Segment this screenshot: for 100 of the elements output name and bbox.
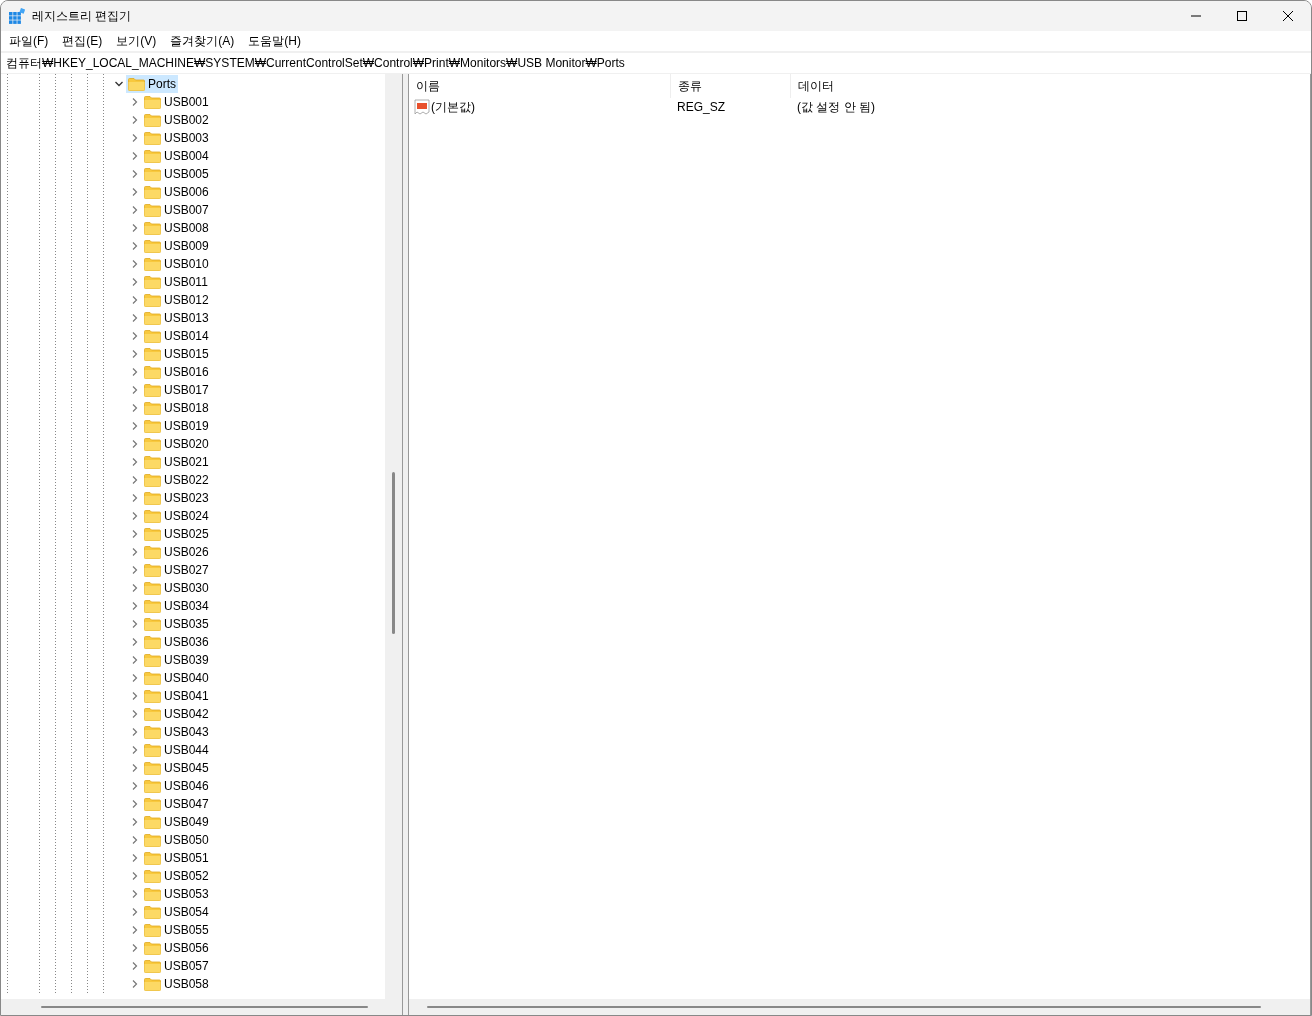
tree-item[interactable]: USB013 [142,309,211,327]
menu-item[interactable]: 도움말(H) [241,31,308,51]
tree-item[interactable]: USB049 [142,813,211,831]
chevron-right-icon[interactable] [130,511,140,521]
tree-item[interactable]: USB010 [142,255,211,273]
chevron-right-icon[interactable] [130,925,140,935]
tree-item[interactable]: USB009 [142,237,211,255]
tree-item[interactable]: USB045 [142,759,211,777]
tree-item[interactable]: USB039 [142,651,211,669]
chevron-right-icon[interactable] [130,709,140,719]
chevron-right-icon[interactable] [130,817,140,827]
chevron-right-icon[interactable] [130,151,140,161]
tree-item[interactable]: Ports [126,75,178,93]
chevron-right-icon[interactable] [130,871,140,881]
chevron-right-icon[interactable] [130,565,140,575]
tree-item[interactable]: USB052 [142,867,211,885]
chevron-right-icon[interactable] [130,223,140,233]
tree-item[interactable]: USB044 [142,741,211,759]
tree-item[interactable]: USB021 [142,453,211,471]
tree-item[interactable]: USB008 [142,219,211,237]
chevron-right-icon[interactable] [130,835,140,845]
tree-item[interactable]: USB025 [142,525,211,543]
chevron-right-icon[interactable] [130,907,140,917]
chevron-right-icon[interactable] [130,169,140,179]
tree-item[interactable]: USB054 [142,903,211,921]
chevron-right-icon[interactable] [130,385,140,395]
chevron-right-icon[interactable] [130,673,140,683]
tree-item[interactable]: USB057 [142,957,211,975]
chevron-right-icon[interactable] [130,961,140,971]
chevron-right-icon[interactable] [130,241,140,251]
chevron-right-icon[interactable] [130,763,140,773]
chevron-right-icon[interactable] [130,133,140,143]
tree-item[interactable]: USB016 [142,363,211,381]
tree-item[interactable]: USB006 [142,183,211,201]
tree-item[interactable]: USB034 [142,597,211,615]
tree-item[interactable]: USB046 [142,777,211,795]
tree-item[interactable]: USB002 [142,111,211,129]
menu-item[interactable]: 편집(E) [55,31,110,51]
tree-item[interactable]: USB042 [142,705,211,723]
menu-item[interactable]: 파일(F) [2,31,56,51]
tree-item[interactable]: USB003 [142,129,211,147]
tree-item[interactable]: USB055 [142,921,211,939]
chevron-right-icon[interactable] [130,583,140,593]
tree-item[interactable]: USB056 [142,939,211,957]
menu-item[interactable]: 보기(V) [109,31,164,51]
chevron-right-icon[interactable] [130,619,140,629]
tree-item[interactable]: USB004 [142,147,211,165]
chevron-right-icon[interactable] [130,943,140,953]
tree-item[interactable]: USB015 [142,345,211,363]
tree-item[interactable]: USB058 [142,975,211,993]
tree-item[interactable]: USB051 [142,849,211,867]
scrollbar-thumb[interactable] [41,1006,368,1008]
tree-item[interactable]: USB017 [142,381,211,399]
menu-item[interactable]: 즐겨찾기(A) [163,31,242,51]
tree-item[interactable]: USB047 [142,795,211,813]
tree-item[interactable]: USB040 [142,669,211,687]
tree-item[interactable]: USB014 [142,327,211,345]
chevron-right-icon[interactable] [130,439,140,449]
tree-item[interactable]: USB012 [142,291,211,309]
chevron-right-icon[interactable] [130,493,140,503]
tree-item[interactable]: USB050 [142,831,211,849]
tree-item[interactable]: USB019 [142,417,211,435]
tree-item[interactable]: USB027 [142,561,211,579]
chevron-right-icon[interactable] [130,637,140,647]
chevron-right-icon[interactable] [130,313,140,323]
chevron-right-icon[interactable] [130,277,140,287]
tree-item[interactable]: USB024 [142,507,211,525]
tree-item[interactable]: USB011 [142,273,210,291]
chevron-right-icon[interactable] [130,691,140,701]
tree-item[interactable]: USB036 [142,633,211,651]
chevron-right-icon[interactable] [130,349,140,359]
chevron-right-icon[interactable] [130,745,140,755]
chevron-right-icon[interactable] [130,475,140,485]
chevron-right-icon[interactable] [130,853,140,863]
tree-item[interactable]: USB020 [142,435,211,453]
chevron-right-icon[interactable] [130,655,140,665]
chevron-right-icon[interactable] [130,331,140,341]
tree-item[interactable]: USB035 [142,615,211,633]
tree-item[interactable]: USB001 [142,93,211,111]
tree-item[interactable]: USB018 [142,399,211,417]
tree-item[interactable]: USB005 [142,165,211,183]
tree-item[interactable]: USB007 [142,201,211,219]
chevron-right-icon[interactable] [130,421,140,431]
chevron-right-icon[interactable] [130,259,140,269]
chevron-right-icon[interactable] [130,403,140,413]
chevron-right-icon[interactable] [130,529,140,539]
chevron-right-icon[interactable] [130,367,140,377]
chevron-right-icon[interactable] [130,547,140,557]
chevron-right-icon[interactable] [130,781,140,791]
chevron-right-icon[interactable] [130,601,140,611]
tree-item[interactable]: USB043 [142,723,211,741]
chevron-down-icon[interactable] [114,79,124,89]
chevron-right-icon[interactable] [130,979,140,989]
tree-item[interactable]: USB053 [142,885,211,903]
chevron-right-icon[interactable] [130,205,140,215]
chevron-right-icon[interactable] [130,727,140,737]
tree-item[interactable]: USB022 [142,471,211,489]
address-bar[interactable]: 컴퓨터₩HKEY_LOCAL_MACHINE₩SYSTEM₩CurrentControlSet₩Control₩Print₩Monitors₩USB Monitor₩Ports [1,53,1311,73]
chevron-right-icon[interactable] [130,295,140,305]
chevron-right-icon[interactable] [130,115,140,125]
